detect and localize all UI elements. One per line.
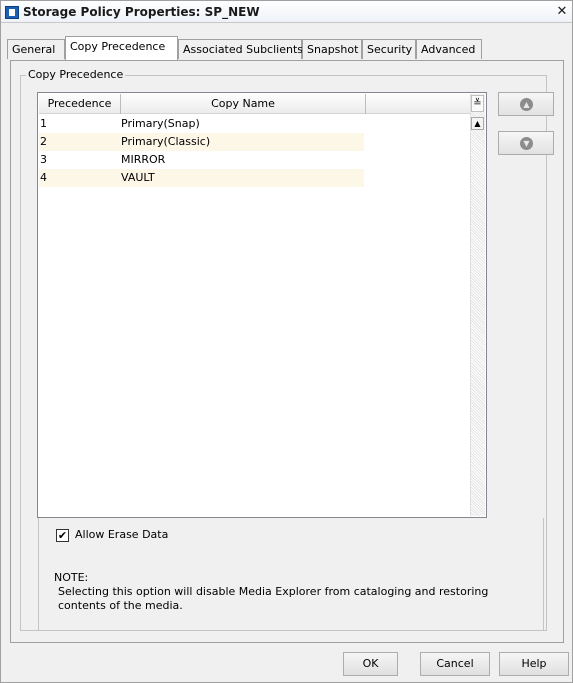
precedence-cell: 3 [40, 153, 47, 166]
precedence-cell: 4 [40, 171, 47, 184]
app-icon [5, 6, 19, 19]
tab-advanced[interactable]: Advanced [416, 39, 482, 59]
precedence-cell: 1 [40, 117, 47, 130]
table-row[interactable]: 1 Primary(Snap) [39, 115, 364, 133]
grid-header: Precedence Copy Name [39, 94, 471, 114]
title-bar: Storage Policy Properties: SP_NEW ✕ [1, 1, 572, 23]
arrow-up-icon: ▲ [520, 98, 533, 111]
note-text: Selecting this option will disable Media… [58, 585, 489, 612]
cancel-button[interactable]: Cancel [420, 652, 490, 676]
table-row[interactable]: 2 Primary(Classic) [39, 133, 364, 151]
move-up-button[interactable]: ▲ [498, 92, 554, 116]
copy-precedence-grid: Precedence Copy Name 1 Primary(Snap) 2 P… [37, 92, 487, 518]
close-icon[interactable]: ✕ [554, 4, 570, 20]
allow-erase-checkbox[interactable]: ✔ [56, 529, 69, 542]
window-title: Storage Policy Properties: SP_NEW [23, 5, 260, 19]
note-title: NOTE: [54, 571, 89, 584]
group-label: Copy Precedence [26, 68, 126, 81]
copy-name-cell: Primary(Snap) [121, 117, 200, 130]
storage-policy-dialog: Storage Policy Properties: SP_NEW ✕ Gene… [0, 0, 573, 683]
table-row[interactable]: 3 MIRROR [39, 151, 364, 169]
ok-button[interactable]: OK [343, 652, 398, 676]
precedence-cell: 2 [40, 135, 47, 148]
copy-name-cell: VAULT [121, 171, 155, 184]
vertical-scrollbar[interactable] [470, 94, 485, 516]
tab-security[interactable]: Security [362, 39, 416, 59]
copy-name-cell: Primary(Classic) [121, 135, 211, 148]
copy-name-cell: MIRROR [121, 153, 166, 166]
move-down-button[interactable]: ▼ [498, 131, 554, 155]
arrow-down-icon: ▼ [520, 137, 533, 150]
column-header-precedence[interactable]: Precedence [39, 94, 121, 114]
tab-general[interactable]: General [7, 39, 65, 59]
table-row[interactable]: 4 VAULT [39, 169, 364, 187]
column-header-copy-name[interactable]: Copy Name [121, 94, 366, 114]
tab-copy-precedence[interactable]: Copy Precedence [65, 36, 178, 60]
help-button[interactable]: Help [499, 652, 569, 676]
tab-associated-subclients[interactable]: Associated Subclients [178, 39, 303, 59]
allow-erase-label[interactable]: Allow Erase Data [75, 528, 168, 541]
collapse-icon[interactable]: ≚ [471, 95, 484, 112]
scroll-up-icon[interactable]: ▲ [471, 117, 484, 130]
tab-snapshot[interactable]: Snapshot [302, 39, 362, 59]
